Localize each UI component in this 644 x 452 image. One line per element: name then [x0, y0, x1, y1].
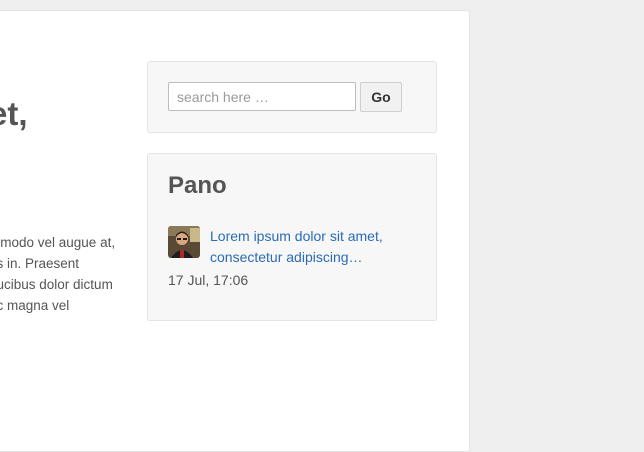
main-content-card: et, mmodo vel augue at, es in. Praesent … — [0, 10, 470, 452]
search-widget: Go — [147, 61, 437, 133]
excerpt-line: ac magna vel — [0, 298, 70, 313]
widget-title: Pano — [168, 172, 227, 199]
post-excerpt: mmodo vel augue at, es in. Praesent auci… — [0, 232, 129, 316]
recent-post-link[interactable]: Lorem ipsum dolor sit amet, consectetur … — [210, 226, 420, 268]
post-title[interactable]: et, — [0, 95, 28, 133]
excerpt-line: es in. Praesent — [0, 256, 80, 271]
post-link-line: Lorem ipsum dolor sit amet, — [210, 228, 383, 244]
user-photo-thumbnail-icon[interactable] — [168, 226, 200, 258]
search-input[interactable] — [168, 82, 356, 111]
excerpt-line: aucibus dolor dictum — [0, 277, 113, 292]
recent-posts-widget: Pano Lorem ipsum dolor sit amet, consect… — [147, 153, 437, 321]
post-date: 17 Jul, 17:06 — [168, 272, 249, 288]
go-button[interactable]: Go — [360, 82, 402, 112]
post-link-line: consectetur adipiscing… — [210, 249, 363, 265]
excerpt-line: mmodo vel augue at, — [0, 235, 116, 250]
